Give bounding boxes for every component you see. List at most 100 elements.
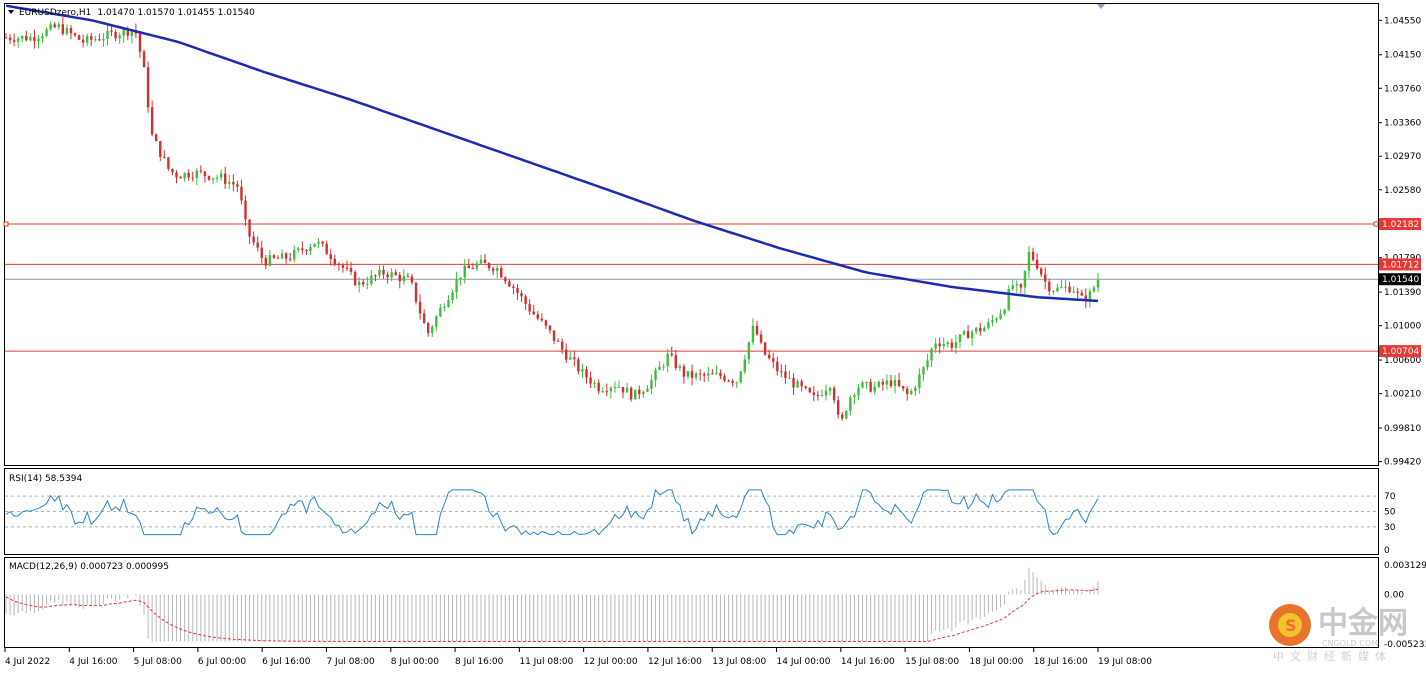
candle-body: [536, 314, 539, 319]
candle-body: [25, 35, 28, 41]
candle-body: [776, 361, 779, 372]
candle-body: [727, 380, 730, 382]
candle-body: [260, 247, 263, 258]
candle-body: [12, 40, 16, 42]
price-level-tag-label: 1.01540: [1382, 275, 1419, 285]
candle-body: [565, 349, 568, 360]
candle-body: [252, 236, 255, 243]
candle-body: [763, 342, 767, 355]
price-axis-label: 1.03760: [1384, 84, 1421, 94]
candle-body: [240, 186, 243, 201]
candle-body: [646, 388, 649, 392]
candle-body: [4, 37, 8, 39]
macd-pane[interactable]: 0.003129 0.00 -0.005233 MACD(12,26,9) 0.00…: [4, 557, 1426, 651]
rsi-pane[interactable]: 70 50 30 0 RSI(14) 58.5394: [4, 468, 1396, 557]
candle-body: [954, 342, 958, 348]
candle-body: [264, 257, 268, 266]
candle-body: [820, 395, 824, 397]
candle-body: [8, 37, 12, 41]
candle-body: [792, 378, 795, 388]
time-axis-label: 6 Jul 00:00: [198, 657, 247, 667]
candle-body: [313, 243, 316, 248]
candle-body: [642, 391, 645, 395]
candle-body: [970, 331, 974, 339]
macd-label: MACD(12,26,9) 0.000723 0.000995: [9, 562, 169, 572]
candle-body: [236, 184, 239, 187]
price-axis-label: 1.02580: [1384, 186, 1421, 196]
candle-body: [431, 326, 434, 334]
candle-body: [284, 253, 288, 259]
candle-body: [329, 254, 332, 259]
candle-body: [552, 330, 556, 341]
candle-body: [1039, 268, 1043, 275]
price-axis-label: 1.02970: [1384, 152, 1421, 162]
candle-body: [337, 263, 341, 266]
candle-body: [29, 36, 32, 41]
time-axis-label: 12 Jul 16:00: [648, 657, 702, 667]
candle-body: [94, 39, 97, 41]
candle-body: [349, 268, 353, 272]
candle-body: [288, 258, 292, 260]
candle-body: [1072, 291, 1075, 293]
candle-body: [211, 178, 215, 180]
candle-body: [463, 265, 466, 278]
rsi-axis-label: 0: [1384, 546, 1390, 556]
candle-body: [37, 38, 40, 42]
candle-body: [1019, 284, 1023, 288]
candle-body: [711, 373, 714, 375]
candle-body: [930, 348, 933, 361]
candle-body: [333, 258, 337, 264]
candle-body: [767, 354, 771, 359]
candle-body: [357, 281, 361, 286]
candle-body: [203, 171, 207, 176]
candle-body: [435, 316, 438, 327]
candle-body: [191, 177, 194, 179]
price-level-tag-label: 1.02182: [1382, 220, 1419, 230]
trading-chart[interactable]: 1.04550 1.04150 1.03760 1.03360 1.02970 1.025…: [0, 0, 1426, 674]
candle-body: [918, 374, 921, 388]
candle-body: [832, 388, 836, 401]
candle-body: [163, 156, 166, 158]
candle-body: [897, 380, 901, 387]
candle-body: [370, 275, 373, 284]
candle-body: [938, 343, 941, 347]
time-axis-label: 13 Jul 08:00: [712, 657, 766, 667]
time-axis-label: 14 Jul 16:00: [841, 657, 895, 667]
watermark-logo: S 中金网 CNGOLD.COM 中文财经新媒体: [1269, 604, 1408, 663]
time-axis-label: 14 Jul 00:00: [777, 657, 831, 667]
candle-body: [65, 27, 69, 34]
candle-body: [560, 341, 564, 350]
candle-body: [345, 267, 349, 269]
candle-body: [110, 30, 113, 32]
candle-body: [305, 250, 308, 252]
candle-body: [1068, 286, 1071, 293]
candle-body: [662, 366, 665, 368]
price-pane[interactable]: 1.04550 1.04150 1.03760 1.03360 1.02970 1.025…: [3, 3, 1421, 468]
candle-body: [1035, 259, 1039, 269]
candle-body: [573, 357, 576, 360]
time-axis-label: 18 Jul 00:00: [969, 657, 1023, 667]
rsi-axis-label: 30: [1384, 523, 1396, 533]
candle-body: [512, 286, 515, 289]
watermark-tagline: 中文财经新媒体: [1273, 649, 1392, 663]
level-anchor-handle[interactable]: [1373, 221, 1379, 227]
candle-body: [841, 414, 844, 419]
candle-body: [447, 299, 450, 307]
candle-body: [690, 371, 694, 378]
candle-body: [658, 366, 661, 370]
price-axis-label: 1.04550: [1384, 16, 1421, 26]
candle-body: [142, 51, 146, 68]
time-axis-label: 5 Jul 08:00: [134, 657, 183, 667]
candle-body: [889, 380, 893, 386]
candle-body: [577, 359, 580, 372]
candle-body: [219, 173, 223, 178]
candle-body: [528, 303, 531, 312]
candle-body: [853, 395, 856, 398]
price-level-tag-label: 1.01712: [1382, 260, 1419, 270]
level-anchor-handle[interactable]: [3, 221, 9, 227]
candle-body: [873, 386, 876, 392]
watermark-brand: 中金网: [1318, 606, 1408, 641]
candle-body: [966, 331, 970, 339]
candle-body: [90, 36, 93, 40]
candle-body: [268, 255, 272, 266]
